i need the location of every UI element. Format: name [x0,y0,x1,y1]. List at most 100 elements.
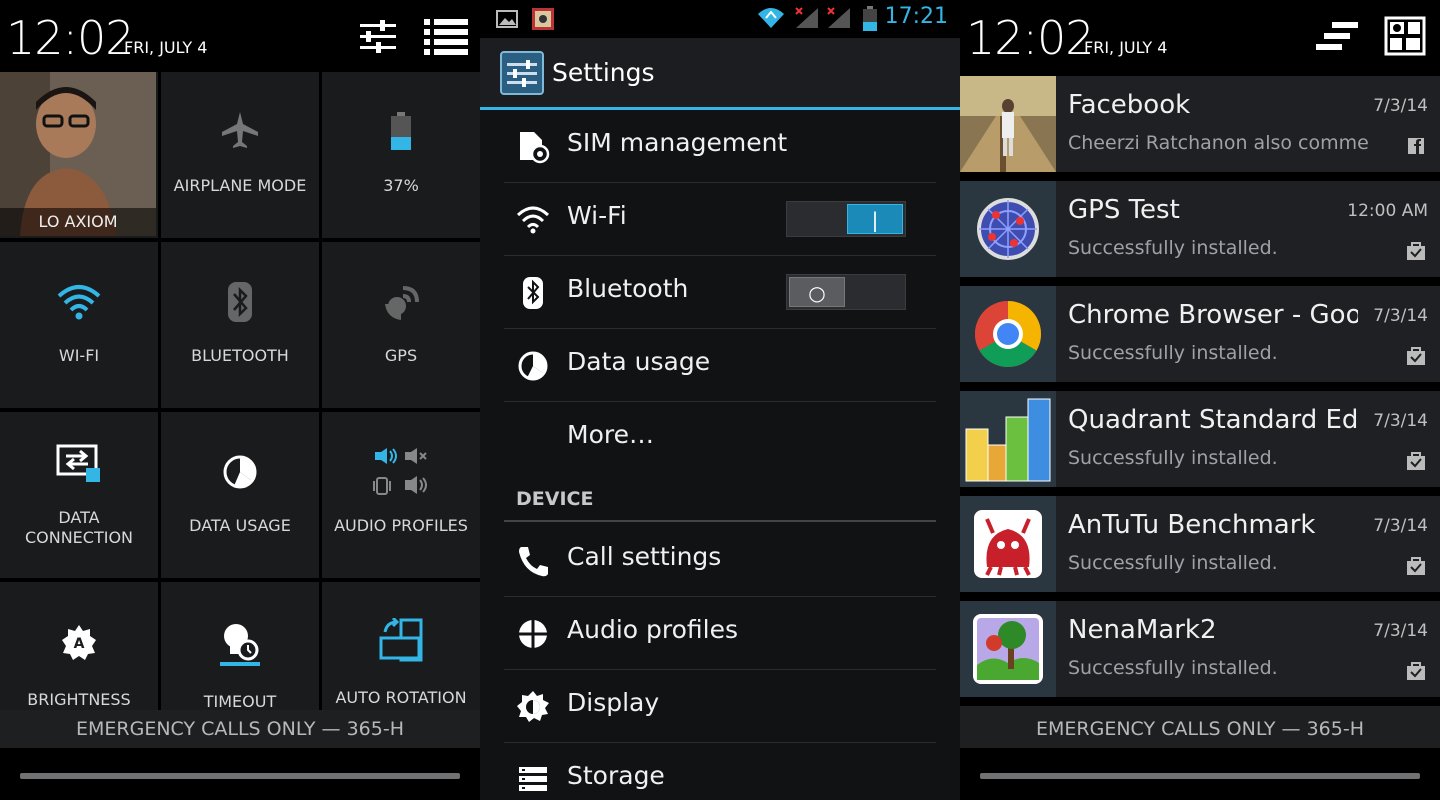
clear-all-icon[interactable] [1314,16,1358,56]
tile-label: 37% [383,176,419,195]
action-bar: Settings [480,38,960,110]
notification-gps-test[interactable]: GPS Test 12:00 AM Successfully installed… [960,181,1440,277]
settings-item-label: Call settings [567,542,722,571]
installed-check-icon [1407,452,1425,470]
notification-time: 7/3/14 [1373,306,1428,326]
quick-settings-panel: 12:02 FRI, JULY 4 LO AXIOM AIRPLANE MODE… [0,0,480,800]
tile-bluetooth[interactable]: BLUETOOTH [161,242,319,408]
settings-item-bluetooth[interactable]: Bluetooth ○ [504,256,936,329]
tile-label-line1: DATA [58,508,100,527]
shade-header: 12:02 FRI, JULY 4 [960,0,1440,72]
installed-check-icon [1407,557,1425,575]
settings-item-label: Display [567,688,660,717]
notification-text: Successfully installed. [1068,447,1278,469]
display-icon [517,691,549,722]
antutu-icon [974,510,1042,578]
data-connection-icon [56,444,100,482]
notification-icon [960,76,1056,172]
notification-time: 7/3/14 [1373,411,1428,431]
facebook-photo-icon [960,76,1056,172]
tile-airplane-mode[interactable]: AIRPLANE MODE [161,72,319,238]
notification-text: Successfully installed. [1068,237,1278,259]
settings-item-label: Wi-Fi [567,201,627,230]
notification-facebook[interactable]: Facebook 7/3/14 Cheerzi Ratchanon also c… [960,76,1440,172]
notification-text: Successfully installed. [1068,342,1278,364]
sliders-icon[interactable] [356,16,400,56]
timeout-icon [220,624,260,666]
date: FRI, JULY 4 [124,38,208,57]
tile-gps[interactable]: GPS [322,242,480,408]
facebook-small-icon [1408,138,1424,154]
bluetooth-icon [523,277,543,309]
chrome-icon [974,301,1042,368]
settings-item-display[interactable]: Display [504,670,936,743]
notification-title: AnTuTu Benchmark [1068,510,1316,540]
shade-drag-handle[interactable] [980,773,1420,779]
audio-profiles-icon [519,620,547,648]
tile-data-connection[interactable]: DATA CONNECTION [0,412,158,578]
profile-name: LO AXIOM [0,208,156,236]
settings-item-sim-management[interactable]: SIM management [504,110,936,183]
bluetooth-icon [228,282,252,322]
audio-profiles-icon [373,448,427,495]
profile-tile[interactable]: LO AXIOM [0,72,158,238]
settings-item-label: Data usage [567,347,711,376]
emergency-calls-status: EMERGENCY CALLS ONLY — 365-H [960,710,1440,748]
wifi-toggle[interactable]: | [786,201,906,237]
notification-antutu[interactable]: AnTuTu Benchmark 7/3/14 Successfully ins… [960,496,1440,592]
tile-label: TIMEOUT [203,692,277,711]
settings-item-label: More… [567,420,654,449]
shade-drag-handle[interactable] [20,773,460,779]
tile-wifi[interactable]: WI-FI [0,242,158,408]
storage-icon [519,767,547,791]
clock: 12:02 [6,11,135,65]
tile-label: BRIGHTNESS [27,690,131,709]
bluetooth-toggle[interactable]: ○ [786,274,906,310]
tile-audio-profiles[interactable]: AUDIO PROFILES [322,412,480,578]
notification-icon [960,496,1056,592]
installed-check-icon [1407,242,1425,260]
shade-header: 12:02 FRI, JULY 4 [0,0,480,72]
notification-quadrant[interactable]: Quadrant Standard Edition 7/3/14 Success… [960,391,1440,487]
quadrant-icon [965,398,1051,482]
svg-text:A: A [74,636,85,652]
data-usage-icon [518,351,548,381]
tile-data-usage[interactable]: DATA USAGE [161,412,319,578]
status-bar: 17:21 [480,0,960,38]
tile-label: BLUETOOTH [191,346,289,365]
tile-label: AUDIO PROFILES [334,516,468,535]
notification-time: 7/3/14 [1373,96,1428,116]
toggle-off-glyph: ○ [808,281,826,305]
quick-settings-icon[interactable] [1384,16,1428,56]
data-usage-icon [223,455,257,489]
settings-item-data-usage[interactable]: Data usage [504,329,936,402]
notification-chrome[interactable]: Chrome Browser - Google 7/3/14 Successfu… [960,286,1440,382]
tile-label: DATA USAGE [189,516,291,535]
notification-title: NenaMark2 [1068,615,1217,645]
notifications-panel: 12:02 FRI, JULY 4 Facebook 7/3/14 Cheerz… [960,0,1440,800]
settings-item-call-settings[interactable]: Call settings [504,524,936,597]
battery-icon [391,112,411,150]
brightness-icon: A [62,625,96,660]
gps-test-icon [977,198,1039,260]
list-view-icon[interactable] [424,16,468,56]
settings-item-wifi[interactable]: Wi-Fi | [504,183,936,256]
section-header-label: DEVICE [516,488,594,510]
settings-app-icon[interactable] [500,51,544,95]
tile-label-line2: CONNECTION [24,528,134,547]
tile-battery[interactable]: 37% [322,72,480,238]
status-time: 17:21 [884,4,948,29]
quick-settings-grid: LO AXIOM AIRPLANE MODE 37% WI-FI BLUETOO… [0,72,480,748]
notification-nenamark[interactable]: NenaMark2 7/3/14 Successfully installed. [960,601,1440,697]
notification-icon [960,391,1056,487]
toggle-knob: | [847,204,903,234]
installed-check-icon [1407,662,1425,680]
gallery-notification-icon [496,10,518,28]
settings-item-storage[interactable]: Storage [504,743,936,800]
notification-text: Cheerzi Ratchanon also commented [1068,132,1368,154]
settings-item-audio-profiles[interactable]: Audio profiles [504,597,936,670]
sim-icon [520,132,550,164]
notification-text: Successfully installed. [1068,552,1278,574]
settings-item-more[interactable]: More… [504,402,936,475]
signal-sim1-icon [795,7,818,28]
